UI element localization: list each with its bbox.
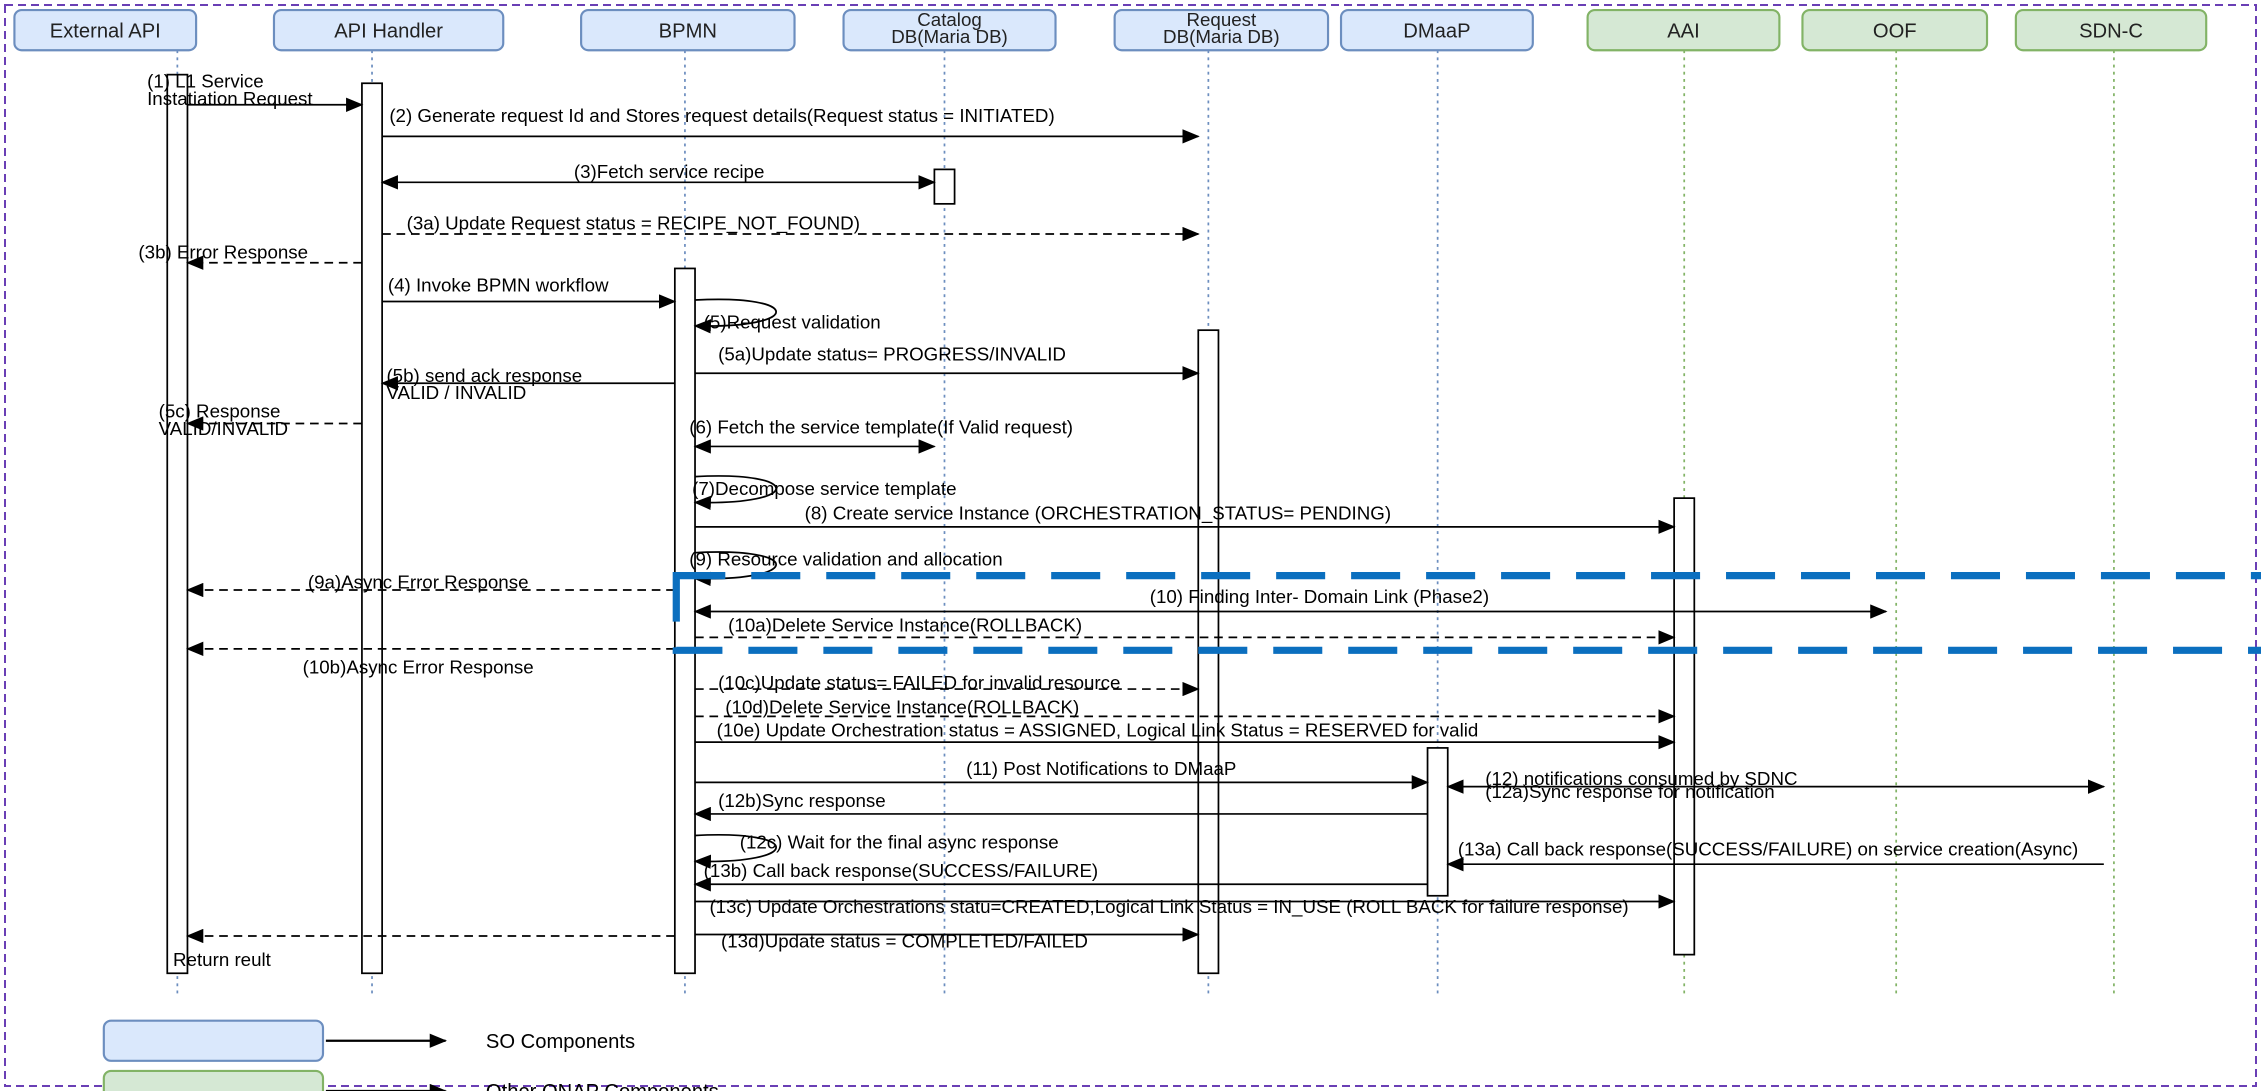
message-label: (7)Decompose service template xyxy=(692,478,956,499)
message-label: (2) Generate request Id and Stores reque… xyxy=(389,105,1054,126)
message-m12b: (12b)Sync response xyxy=(693,790,1428,822)
message-label: VALID/INVALID xyxy=(159,418,288,439)
participant-dmaap: DMaaP xyxy=(1339,8,1534,52)
message-label: (3b) Error Response xyxy=(138,241,308,262)
message-m7: (7)Decompose service template xyxy=(692,475,957,511)
message-m9a: (9a)Async Error Response xyxy=(186,572,675,598)
participant-req: RequestDB(Maria DB) xyxy=(1113,9,1330,52)
activation-aai xyxy=(1673,497,1696,956)
participant-label: External API xyxy=(50,20,161,42)
message-m6: (6) Fetch the service template(If Valid … xyxy=(689,417,1073,454)
message-label: (6) Fetch the service template(If Valid … xyxy=(689,417,1073,438)
message-label: (3a) Update Request status = RECIPE_NOT_… xyxy=(407,213,860,235)
message-m10b: (10b)Async Error Response xyxy=(186,641,675,677)
legend-label: SO Components xyxy=(486,1031,635,1053)
message-m3: (3)Fetch service recipe xyxy=(380,161,936,190)
message-m8: (8) Create service Instance (ORCHESTRATI… xyxy=(695,503,1676,535)
participant-api: API Handler xyxy=(272,8,505,52)
message-label: Instatiation Request xyxy=(147,88,313,109)
message-m13b: (13b) Call back response(SUCCESS/FAILURE… xyxy=(693,860,1428,892)
diagram-border xyxy=(4,4,2257,1087)
message-label: (12b)Sync response xyxy=(718,790,886,811)
message-m13a: (13a) Call back response(SUCCESS/FAILURE… xyxy=(1446,839,2104,872)
participant-label: AAI xyxy=(1667,20,1700,42)
message-m1: (1) L1 ServiceInstatiation Request xyxy=(147,71,364,112)
legend-swatch xyxy=(102,1069,325,1091)
participant-aai: AAI xyxy=(1586,8,1781,52)
message-label: (3)Fetch service recipe xyxy=(574,161,764,182)
message-label: (10b)Async Error Response xyxy=(303,656,534,677)
activation-api xyxy=(361,82,383,975)
participant-cat: CatalogDB(Maria DB) xyxy=(842,9,1057,52)
message-label: (13a) Call back response(SUCCESS/FAILURE… xyxy=(1458,839,2078,860)
participant-label: SDN-C xyxy=(2079,20,2143,42)
message-m11: (11) Post Notifications to DMaaP xyxy=(695,758,1429,790)
participant-label: API Handler xyxy=(334,20,443,42)
message-label: (13c) Update Orchestrations statu=CREATE… xyxy=(709,896,1628,918)
message-m10a: (10a)Delete Service Instance(ROLLBACK) xyxy=(695,615,1676,645)
participant-label: OOF xyxy=(1873,20,1917,42)
message-m13c: (13c) Update Orchestrations statu=CREATE… xyxy=(695,894,1676,918)
legend-label: Other ONAP Components xyxy=(486,1081,719,1091)
message-m10e: (10e) Update Orchestration status = ASSI… xyxy=(695,719,1676,750)
message-m12a: (12a)Sync response for notification xyxy=(1485,781,1774,802)
message-label: (9a)Async Error Response xyxy=(308,572,529,593)
participant-ext: External API xyxy=(13,8,198,52)
message-label: (11) Post Notifications to DMaaP xyxy=(966,758,1236,779)
participant-bpmn: BPMN xyxy=(580,8,796,52)
message-label: (10) Finding Inter- Domain Link (Phase2) xyxy=(1150,586,1489,607)
message-m5b: (5b) send ack responseVALID / INVALID xyxy=(380,365,675,403)
message-label: (5a)Update status= PROGRESS/INVALID xyxy=(718,343,1066,364)
message-m12c: (12c) Wait for the final async response xyxy=(693,831,1059,869)
legend-item-onap: Other ONAP Components xyxy=(102,1069,719,1091)
message-m5a: (5a)Update status= PROGRESS/INVALID xyxy=(695,343,1200,381)
legend-item-so: SO Components xyxy=(102,1019,635,1062)
message-label: (10d)Delete Service Instance(ROLLBACK) xyxy=(725,696,1079,717)
message-label: (8) Create service Instance (ORCHESTRATI… xyxy=(805,503,1391,525)
activation-dmaap xyxy=(1426,747,1449,897)
sequence-diagram: External API API Handler BPMN CatalogDB(Mar… xyxy=(4,4,2261,1091)
participant-sdnc: SDN-C xyxy=(2014,8,2208,52)
message-m10: (10) Finding Inter- Domain Link (Phase2) xyxy=(693,586,1888,619)
message-m3a: (3a) Update Request status = RECIPE_NOT_… xyxy=(382,213,1200,242)
message-label: (10c)Update status= FAILED for invalid r… xyxy=(718,672,1120,693)
legend-swatch xyxy=(102,1019,325,1062)
participant-label: DMaaP xyxy=(1403,20,1470,42)
message-m3b: (3b) Error Response xyxy=(138,241,362,270)
message-m2: (2) Generate request Id and Stores reque… xyxy=(382,105,1200,144)
message-label: (13d)Update status = COMPLETED/FAILED xyxy=(721,930,1088,951)
message-label: (10e) Update Orchestration status = ASSI… xyxy=(717,719,1479,740)
message-label: (5)Request validation xyxy=(704,312,881,333)
message-m5: (5)Request validation xyxy=(693,298,881,334)
message-m13d: (13d)Update status = COMPLETED/FAILED xyxy=(695,927,1200,951)
message-m5c: (5c) ResponseVALID/INVALID xyxy=(159,401,362,439)
message-m10d: (10d)Delete Service Instance(ROLLBACK) xyxy=(695,696,1676,724)
message-label: (4) Invoke BPMN workflow xyxy=(388,274,609,295)
message-ret: Return reult xyxy=(173,928,675,970)
message-m10c: (10c)Update status= FAILED for invalid r… xyxy=(695,672,1200,697)
message-label: Return reult xyxy=(173,949,272,970)
participant-label: BPMN xyxy=(659,20,717,42)
message-label: (12c) Wait for the final async response xyxy=(740,831,1059,852)
activation-ext xyxy=(166,73,189,975)
participant-label: DB(Maria DB) xyxy=(1163,26,1280,47)
participant-oof: OOF xyxy=(1801,8,1989,52)
message-m4: (4) Invoke BPMN workflow xyxy=(382,274,677,309)
participant-label: DB(Maria DB) xyxy=(891,26,1008,47)
message-label: (9) Resource validation and allocation xyxy=(689,549,1002,570)
activation-cat xyxy=(933,168,956,205)
message-label: (13b) Call back response(SUCCESS/FAILURE… xyxy=(704,860,1099,881)
message-label: VALID / INVALID xyxy=(386,382,526,403)
message-label: (12a)Sync response for notification xyxy=(1485,781,1774,802)
message-label: (10a)Delete Service Instance(ROLLBACK) xyxy=(728,615,1082,636)
